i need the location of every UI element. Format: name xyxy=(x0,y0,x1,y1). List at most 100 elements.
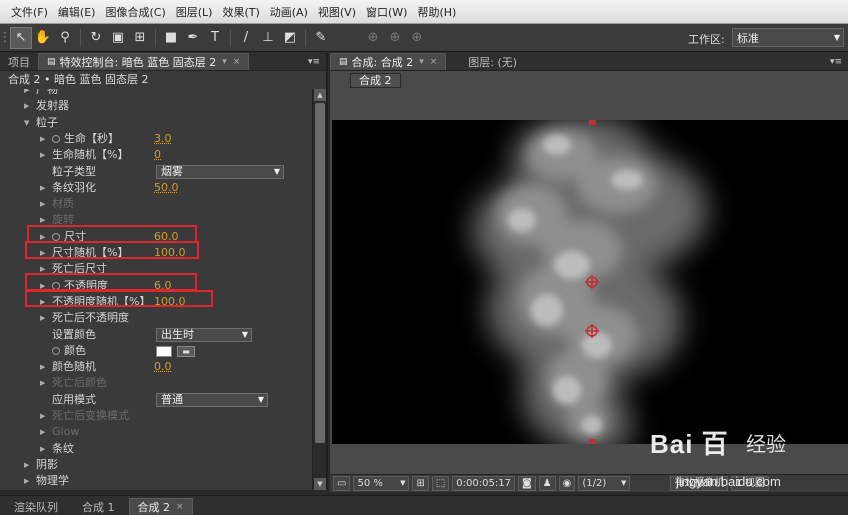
property-row[interactable]: ▶ 生命【秒】 3.0 xyxy=(0,131,312,147)
property-row[interactable]: ▶ 辅助系统 xyxy=(0,490,312,491)
property-dropdown[interactable]: 烟雾 ▼ xyxy=(156,164,284,179)
clone-stamp-tool[interactable]: ⊥ xyxy=(257,27,279,49)
property-row[interactable]: ▶ Glow xyxy=(0,424,312,440)
mask-visibility-icon[interactable]: ⬚ xyxy=(431,476,450,491)
disclosure-triangle-icon[interactable]: ▼ xyxy=(24,115,29,131)
property-row[interactable]: ▶ 生命随机【%】 0 xyxy=(0,147,312,163)
close-icon[interactable]: × xyxy=(233,57,241,67)
disclosure-triangle-icon[interactable]: ▶ xyxy=(40,180,45,196)
disclosure-triangle-icon[interactable]: ▶ xyxy=(40,359,45,375)
property-row[interactable]: 粒子类型 烟雾 ▼ xyxy=(0,164,312,180)
tab-composition[interactable]: ▤ 合成: 合成 2 ▾ × xyxy=(330,53,447,70)
menu-item[interactable]: 帮助(H) xyxy=(412,4,461,20)
disclosure-triangle-icon[interactable]: ▶ xyxy=(24,473,29,489)
disclosure-triangle-icon[interactable]: ▶ xyxy=(40,375,45,391)
menu-item[interactable]: 图层(L) xyxy=(171,4,218,20)
channel-icon[interactable]: ◉ xyxy=(558,476,576,491)
property-row[interactable]: ▶ 颜色随机 0.0 xyxy=(0,359,312,375)
panel-dropdown-icon[interactable]: ▾ xyxy=(419,57,424,67)
scroll-down-icon[interactable]: ▼ xyxy=(314,478,326,490)
disclosure-triangle-icon[interactable]: ▶ xyxy=(24,490,29,491)
property-row[interactable]: 颜色 ▬ xyxy=(0,343,312,359)
puppet-pin-tool[interactable]: ✎ xyxy=(310,27,332,49)
stopwatch-icon[interactable] xyxy=(52,346,60,355)
property-row[interactable]: ▶ 物理学 xyxy=(0,473,312,489)
camera-tool[interactable]: ▣ xyxy=(107,27,129,49)
tab-comp-2[interactable]: 合成 2 × xyxy=(128,498,193,515)
rectangle-mask-tool[interactable]: ■ xyxy=(160,27,182,49)
property-row[interactable]: ▶ 死亡后不透明度 xyxy=(0,310,312,326)
stopwatch-icon[interactable] xyxy=(52,134,60,143)
close-icon[interactable]: × xyxy=(176,502,184,512)
menu-item[interactable]: 图像合成(C) xyxy=(100,4,170,20)
disclosure-triangle-icon[interactable]: ▶ xyxy=(24,457,29,473)
selection-tool[interactable]: ↖ xyxy=(10,26,32,49)
path-point-top[interactable] xyxy=(589,120,596,125)
property-row[interactable]: ▶ 条纹 xyxy=(0,441,312,457)
disclosure-triangle-icon[interactable]: ▶ xyxy=(24,98,29,114)
menu-item[interactable]: 视图(V) xyxy=(313,4,361,20)
property-row[interactable]: ▶ 阴影 xyxy=(0,457,312,473)
scroll-up-icon[interactable]: ▲ xyxy=(314,89,326,101)
menu-item[interactable]: 编辑(E) xyxy=(53,4,101,20)
eyedropper-icon[interactable]: ▬ xyxy=(177,345,195,357)
disclosure-triangle-icon[interactable]: ▶ xyxy=(40,441,45,457)
property-row[interactable]: ▶ 材质 xyxy=(0,196,312,212)
zoom-tool[interactable]: ⚲ xyxy=(54,27,76,49)
disclosure-triangle-icon[interactable]: ▶ xyxy=(40,408,45,424)
menu-item[interactable]: 文件(F) xyxy=(6,4,53,20)
panel-dropdown-icon[interactable]: ▾ xyxy=(222,57,227,67)
comp-breadcrumb[interactable]: 合成 2 xyxy=(350,73,401,88)
panel-menu-icon[interactable]: ▾≡ xyxy=(308,57,326,67)
text-tool[interactable]: T xyxy=(204,27,226,49)
workspace-select[interactable]: 标准 ▼ xyxy=(732,28,844,47)
disclosure-triangle-icon[interactable]: ▶ xyxy=(40,147,45,163)
property-row[interactable]: ▼ 粒子 xyxy=(0,115,312,131)
safe-margins-icon[interactable]: ⊞ xyxy=(412,476,429,491)
disclosure-triangle-icon[interactable]: ▶ xyxy=(40,310,45,326)
brush-tool[interactable]: / xyxy=(235,27,257,49)
menu-item[interactable]: 效果(T) xyxy=(217,4,264,20)
disclosure-triangle-icon[interactable]: ▶ xyxy=(40,424,45,440)
menu-item[interactable]: 窗口(W) xyxy=(361,4,412,20)
property-row[interactable]: ▶ 条纹羽化 50.0 xyxy=(0,180,312,196)
property-row[interactable]: 应用模式 普通 ▼ xyxy=(0,392,312,408)
property-dropdown[interactable]: 普通 ▼ xyxy=(156,392,268,407)
tab-effect-controls[interactable]: ▤ 特效控制台: 暗色 蓝色 固态层 2 ▾ × xyxy=(38,53,250,70)
panel-menu-icon[interactable]: ▾≡ xyxy=(830,57,848,67)
zoom-select[interactable]: 50 % ▼ xyxy=(353,476,410,491)
property-dropdown[interactable]: 出生时 ▼ xyxy=(156,327,252,342)
timecode-display[interactable]: 0:00:05:17 xyxy=(452,476,515,491)
disclosure-triangle-icon[interactable]: ▶ xyxy=(24,89,29,98)
resolution-select[interactable]: (1/2) ▼ xyxy=(578,476,631,491)
menu-item[interactable]: 动画(A) xyxy=(265,4,313,20)
composition-viewer[interactable] xyxy=(332,120,848,444)
property-row[interactable]: ▶ 死亡后颜色 xyxy=(0,375,312,391)
property-value[interactable]: 3.0 xyxy=(154,131,172,147)
snapshot-icon[interactable]: ◙ xyxy=(517,476,536,491)
property-value[interactable]: 0.0 xyxy=(154,359,172,375)
scroll-thumb[interactable] xyxy=(315,103,325,443)
property-value[interactable]: 50.0 xyxy=(154,180,179,196)
tab-project[interactable]: 项目 xyxy=(0,53,38,70)
tab-comp-1[interactable]: 合成 1 xyxy=(74,498,123,515)
disclosure-triangle-icon[interactable]: ▶ xyxy=(40,131,45,147)
eraser-tool[interactable]: ◩ xyxy=(279,27,301,49)
property-value[interactable]: 0 xyxy=(154,147,161,163)
pen-tool[interactable]: ✒ xyxy=(182,27,204,49)
hand-tool[interactable]: ✋ xyxy=(32,27,54,49)
property-row[interactable]: ▶ 产物 xyxy=(0,89,312,98)
disclosure-triangle-icon[interactable]: ▶ xyxy=(40,196,45,212)
always-preview-icon[interactable]: ▭ xyxy=(333,476,351,491)
show-snapshot-icon[interactable]: ♟ xyxy=(538,476,556,491)
tab-render-queue[interactable]: 渲染队列 xyxy=(6,498,66,515)
property-row[interactable]: ▶ 发射器 xyxy=(0,98,312,114)
tab-layer[interactable]: 图层: (无) xyxy=(460,53,525,70)
color-swatch[interactable] xyxy=(156,345,172,357)
property-row[interactable]: ▶ 死亡后变换模式 xyxy=(0,408,312,424)
rotate-tool[interactable]: ↻ xyxy=(85,27,107,49)
close-icon[interactable]: × xyxy=(430,57,438,67)
property-row[interactable]: 设置颜色 出生时 ▼ xyxy=(0,327,312,343)
pan-behind-tool[interactable]: ⊞ xyxy=(129,27,151,49)
scrollbar[interactable]: ▲ ▼ xyxy=(312,89,326,490)
